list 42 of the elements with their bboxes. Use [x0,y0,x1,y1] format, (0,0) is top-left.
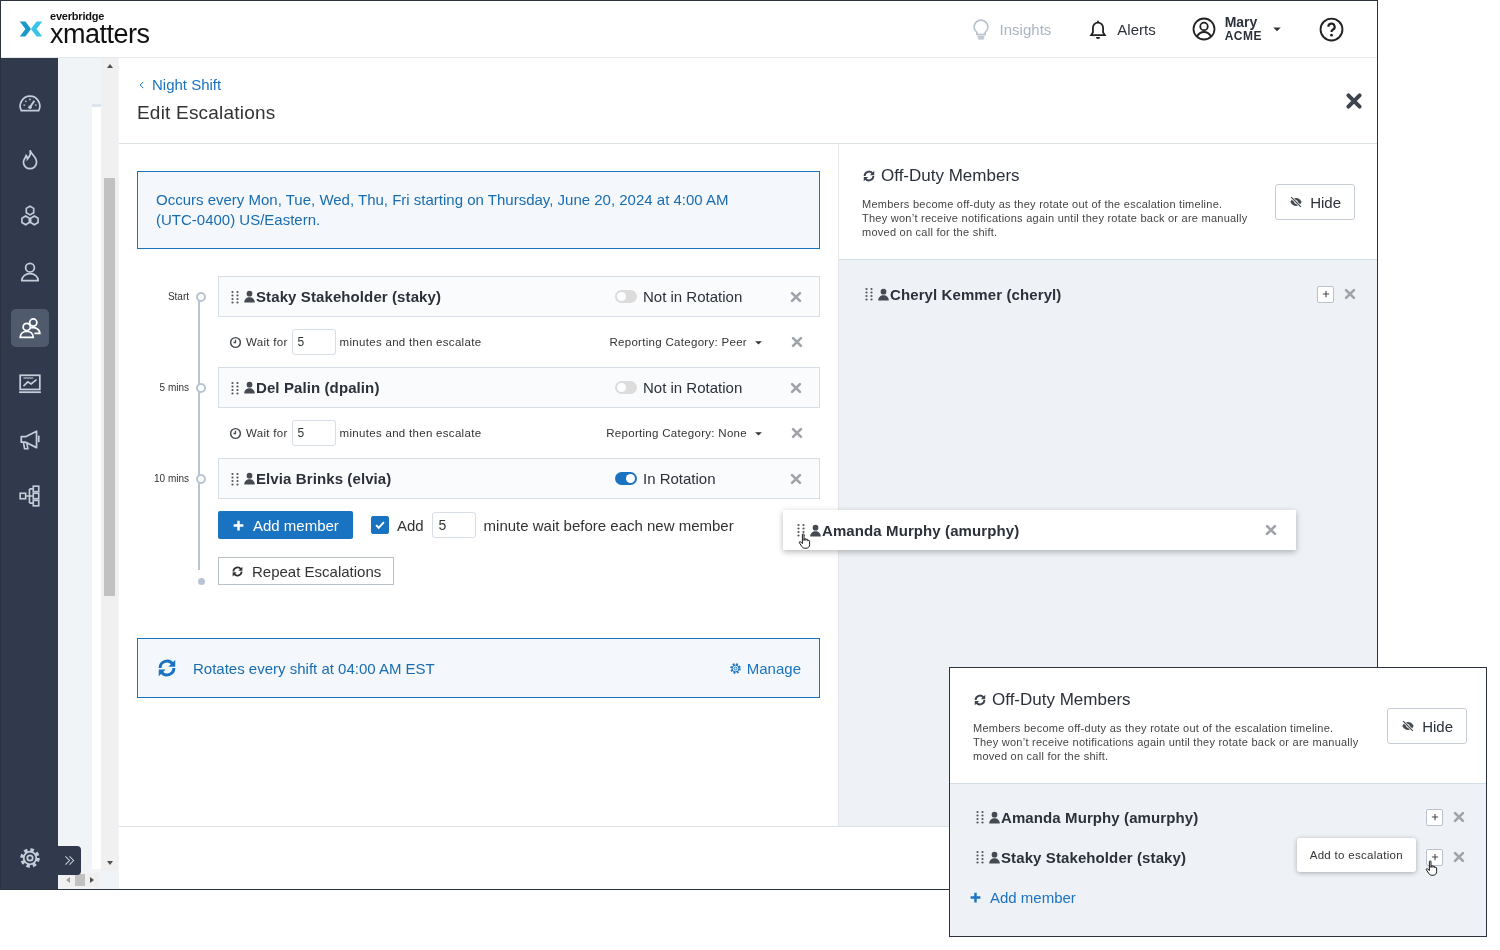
hide-button[interactable]: Hide [1275,184,1355,220]
logo-brand: everbridge [50,10,106,22]
category-dropdown[interactable]: Reporting Category: Peer [609,336,764,348]
time-label: Start [167,291,189,302]
manage-link[interactable]: Manage [728,659,801,677]
breadcrumb-link[interactable]: Night Shift [137,76,276,93]
category-dropdown[interactable]: Reporting Category: None [606,427,764,439]
wait-field[interactable]: 5 [291,329,336,355]
tooltip: Add to escalation [1296,837,1416,872]
user-menu[interactable]: Mary ACME [1191,15,1283,43]
rotation-toggle[interactable]: Not in Rotation [615,288,783,305]
wait-label: minutes and then escalate [339,427,482,439]
wait-field[interactable]: 5 [291,420,336,446]
rotation-text: Rotates every shift at 04:00 AM EST [193,659,435,677]
time-label: 10 mins [154,473,189,484]
auto-wait-label: Add [396,516,424,534]
panel-description: Members become off-duty as they rotate out of the escalation timeline. They won’t receive notifications again until they rotate back or are manually moved on call for the shift. [862,197,1249,239]
member-name: Amanda Murphy (amurphy) [822,521,1020,539]
wait-label: minutes and then escalate [339,336,482,348]
rotation-toggle[interactable]: In Rotation [615,470,783,487]
panel-title: Off-Duty Members [881,166,1020,186]
time-label: 5 mins [159,382,189,393]
member-name: Elvia Brinks (elvia) [256,470,392,487]
member-name: Staky Stakeholder (staky) [256,288,442,305]
page-title: Edit Escalations [137,102,276,124]
wait-field[interactable]: 5 [431,512,476,538]
add-member-button[interactable]: Add member [218,511,353,539]
hide-button[interactable]: Hide [1387,708,1467,744]
repeat-escalations-button[interactable]: Repeat Escalations [218,557,395,585]
rotation-toggle[interactable]: Not in Rotation [615,379,783,396]
wait-label: Wait for [246,336,288,348]
wait-label: Wait for [246,427,288,439]
member-name: Amanda Murphy (amurphy) [1001,808,1199,826]
panel-description: Members become off-duty as they rotate out of the escalation timeline. They won’t receive notifications again until they rotate back or are manually moved on call for the shift. [973,721,1360,763]
alerts-link[interactable]: Alerts [1087,18,1156,40]
auto-wait-label: minute wait before each new member [483,516,734,534]
member-name: Staky Stakeholder (staky) [1001,848,1187,866]
schedule-notice: Occurs every Mon, Tue, Wed, Thu, Fri starting on Thursday, June 20, 2024 at 4:00 AM (UTC-0400) US/Eastern. [137,171,820,249]
member-name: Cheryl Kemmer (cheryl) [890,285,1062,303]
panel-title: Off-Duty Members [992,690,1131,710]
add-member-link[interactable]: Add member [969,889,1076,906]
member-name: Del Palin (dpalin) [256,379,380,396]
